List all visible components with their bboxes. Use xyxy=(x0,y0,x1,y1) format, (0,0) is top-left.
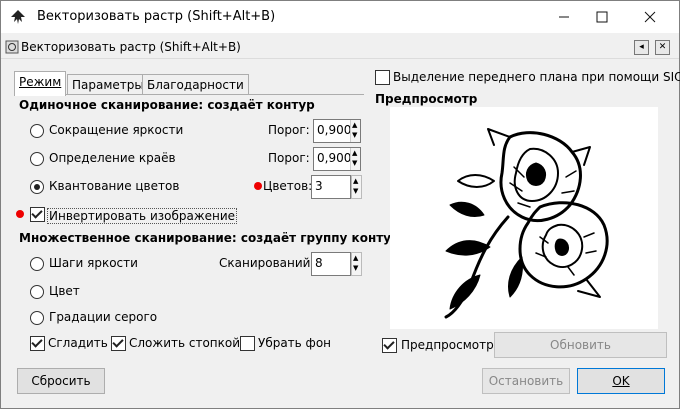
stop-button[interactable]: Остановить xyxy=(482,368,570,394)
arrow-up-icon: ▲ xyxy=(353,254,359,262)
multi-scan-heading: Множественное сканирование: создаёт груп… xyxy=(19,231,416,245)
maximize-button[interactable] xyxy=(579,1,625,33)
arrow-down-icon: ▼ xyxy=(352,131,358,139)
inkscape-icon xyxy=(11,10,25,24)
close-icon: ✕ xyxy=(658,42,667,52)
stack-label: Сложить стопкой xyxy=(129,336,241,350)
ok-button-label: OK xyxy=(612,374,630,388)
spinbox-value: 0,900 xyxy=(317,123,352,137)
tab-parameters-label: Параметры xyxy=(72,78,144,92)
dock-title: Векторизовать растр (Shift+Alt+B) xyxy=(21,40,241,54)
preview-heading: Предпросмотр xyxy=(375,92,478,106)
arrow-up-icon: ▲ xyxy=(353,177,359,185)
spinbox-value: 0,900 xyxy=(317,151,352,165)
red-marker xyxy=(254,182,262,190)
radio-color-quantization-label: Квантование цветов xyxy=(49,179,180,193)
maximize-icon xyxy=(596,11,608,23)
dialog-window: Векторизовать растр (Shift+Alt+B) Вектор… xyxy=(0,0,680,409)
dock-header: Векторизовать растр (Shift+Alt+B) ◂ ✕ xyxy=(1,36,679,58)
preview-checkbox[interactable] xyxy=(382,338,397,353)
radio-edge-detection-label: Определение краёв xyxy=(49,151,176,165)
arrow-down-icon: ▼ xyxy=(352,159,358,167)
radio-brightness-cutoff-label: Сокращение яркости xyxy=(49,123,184,137)
close-button[interactable] xyxy=(627,1,673,33)
scans-label: Сканирований: xyxy=(219,256,315,270)
preview-area xyxy=(390,107,658,329)
single-scan-heading: Одиночное сканирование: создаёт контур xyxy=(19,98,315,112)
colors-spinbox[interactable]: 3 xyxy=(311,175,351,199)
tab-mode[interactable]: Режим xyxy=(14,71,67,96)
tab-mode-label: Режим xyxy=(19,75,62,89)
arrow-up-icon: ▲ xyxy=(352,149,358,157)
tab-credits[interactable]: Благодарности xyxy=(142,74,249,95)
collapse-icon: ◂ xyxy=(639,42,644,52)
arrow-down-icon: ▼ xyxy=(353,187,359,195)
arrow-down-icon: ▼ xyxy=(353,264,359,272)
tab-parameters[interactable]: Параметры xyxy=(67,74,149,95)
dock-collapse-button[interactable]: ◂ xyxy=(634,40,649,55)
spin-arrows[interactable]: ▲ ▼ xyxy=(350,148,360,170)
divider xyxy=(1,58,679,59)
scans-spin-arrows[interactable]: ▲ ▼ xyxy=(351,252,362,276)
reset-button-label: Сбросить xyxy=(31,374,91,388)
ok-button[interactable]: OK xyxy=(577,368,665,394)
reset-button[interactable]: Сбросить xyxy=(17,368,105,394)
threshold-label: Порог: xyxy=(268,123,310,137)
colors-label: Цветов: xyxy=(263,179,313,193)
minimize-icon xyxy=(559,16,569,18)
tab-credits-label: Благодарности xyxy=(147,78,244,92)
update-button-label: Обновить xyxy=(550,338,611,352)
siox-label: Выделение переднего плана при помощи SIO… xyxy=(393,70,680,84)
smooth-label: Сгладить xyxy=(48,336,108,350)
spin-arrows[interactable]: ▲ ▼ xyxy=(351,252,362,276)
radio-edge-detection[interactable] xyxy=(30,152,44,166)
brightness-threshold-spinbox[interactable]: 0,900 ▲ ▼ xyxy=(313,119,361,143)
radio-brightness-steps[interactable] xyxy=(30,257,44,271)
arrow-up-icon: ▲ xyxy=(352,121,358,129)
scans-spinbox[interactable]: 8 xyxy=(311,252,351,276)
radio-color[interactable] xyxy=(30,285,44,299)
radio-grays-label: Градации серого xyxy=(49,310,158,324)
stop-button-label: Остановить xyxy=(488,374,564,388)
title-bar: Векторизовать растр (Shift+Alt+B) xyxy=(1,1,679,33)
spin-arrows[interactable]: ▲ ▼ xyxy=(351,175,362,199)
edge-threshold-spinbox[interactable]: 0,900 ▲ ▼ xyxy=(313,147,361,171)
siox-checkbox[interactable] xyxy=(375,70,390,85)
spinbox-value: 8 xyxy=(315,256,323,270)
threshold-label: Порог: xyxy=(268,151,310,165)
red-marker xyxy=(16,210,24,218)
window-title: Векторизовать растр (Shift+Alt+B) xyxy=(37,9,276,24)
smooth-checkbox[interactable] xyxy=(30,336,45,351)
spinbox-value: 3 xyxy=(315,179,323,193)
invert-image-checkbox[interactable] xyxy=(30,207,45,222)
dock-close-button[interactable]: ✕ xyxy=(655,40,670,55)
remove-background-checkbox[interactable] xyxy=(240,336,255,351)
colors-spin-arrows[interactable]: ▲ ▼ xyxy=(351,175,362,199)
remove-background-label: Убрать фон xyxy=(258,336,332,350)
radio-brightness-steps-label: Шаги яркости xyxy=(49,256,138,270)
radio-brightness-cutoff[interactable] xyxy=(30,124,44,138)
preview-check-label: Предпросмотр xyxy=(401,338,494,352)
invert-image-label: Инвертировать изображение xyxy=(47,208,238,224)
close-icon xyxy=(644,11,656,23)
update-button[interactable]: Обновить xyxy=(494,332,667,358)
stack-checkbox[interactable] xyxy=(111,336,126,351)
radio-color-quantization[interactable] xyxy=(30,180,44,194)
flower-preview-image xyxy=(444,128,609,319)
radio-grays[interactable] xyxy=(30,311,44,325)
radio-color-label: Цвет xyxy=(49,284,80,298)
trace-bitmap-icon xyxy=(5,40,19,54)
spin-arrows[interactable]: ▲ ▼ xyxy=(350,120,360,142)
